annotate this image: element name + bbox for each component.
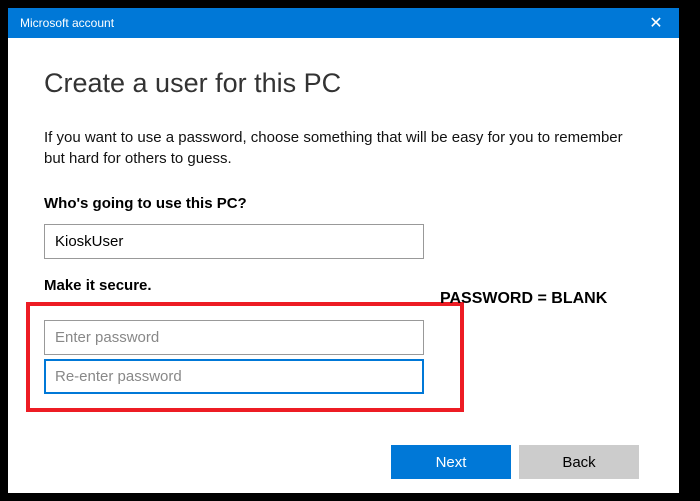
annotation-text: PASSWORD = BLANK xyxy=(440,290,607,308)
page-description: If you want to use a password, choose so… xyxy=(44,127,643,169)
title-bar: Microsoft account ✕ xyxy=(8,8,679,38)
window-title: Microsoft account xyxy=(20,16,114,30)
username-label: Who's going to use this PC? xyxy=(44,195,643,212)
dialog-window: Microsoft account ✕ Create a user for th… xyxy=(8,8,679,493)
close-button[interactable]: ✕ xyxy=(633,8,679,38)
dialog-content: Create a user for this PC If you want to… xyxy=(8,38,679,412)
close-icon: ✕ xyxy=(649,13,662,33)
back-button[interactable]: Back xyxy=(519,445,639,479)
confirm-password-input[interactable] xyxy=(44,359,424,394)
button-row: Next Back xyxy=(8,445,679,479)
password-input[interactable] xyxy=(44,320,424,355)
password-highlight-box xyxy=(26,302,464,412)
page-title: Create a user for this PC xyxy=(44,68,643,99)
next-button[interactable]: Next xyxy=(391,445,511,479)
username-input[interactable] xyxy=(44,224,424,259)
